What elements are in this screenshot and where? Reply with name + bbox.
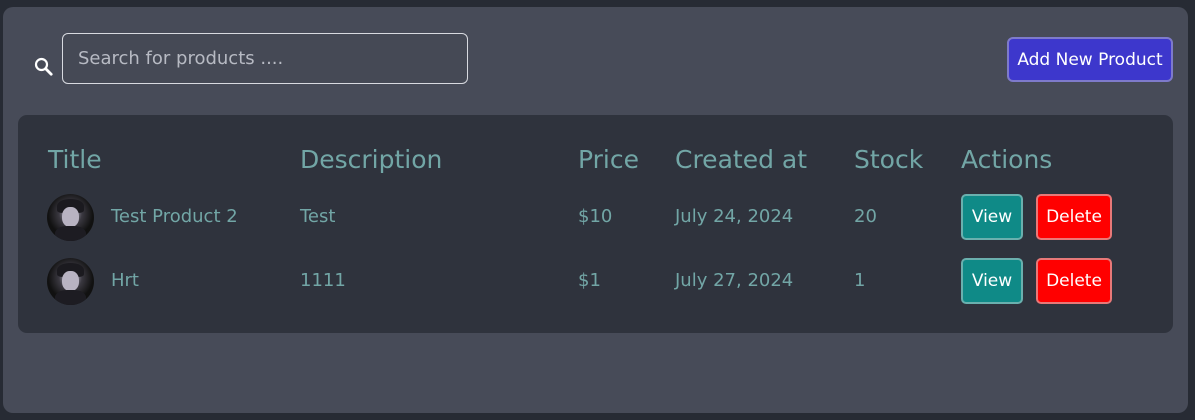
add-new-product-button[interactable]: Add New Product <box>1007 37 1173 82</box>
table-row: Hrt 1111 $1 July 27, 2024 1 View Delete <box>18 258 1173 318</box>
product-created-at: July 27, 2024 <box>675 270 794 291</box>
delete-button[interactable]: Delete <box>1036 194 1112 240</box>
product-avatar <box>47 194 94 241</box>
products-table: Title Description Price Created at Stock… <box>18 115 1173 333</box>
delete-button[interactable]: Delete <box>1036 258 1112 304</box>
view-button[interactable]: View <box>961 194 1023 240</box>
search-input[interactable] <box>62 33 468 84</box>
product-stock: 1 <box>854 270 866 291</box>
product-description: Test <box>300 206 336 227</box>
column-header-price: Price <box>578 145 639 174</box>
table-row: Test Product 2 Test $10 July 24, 2024 20… <box>18 194 1173 254</box>
product-created-at: July 24, 2024 <box>675 206 794 227</box>
search-icon <box>34 57 53 76</box>
column-header-title: Title <box>48 145 102 174</box>
view-button[interactable]: View <box>961 258 1023 304</box>
column-header-actions: Actions <box>961 145 1053 174</box>
product-price: $10 <box>578 206 613 227</box>
product-description: 1111 <box>300 270 346 291</box>
product-title: Hrt <box>111 270 139 291</box>
product-title: Test Product 2 <box>111 206 238 227</box>
column-header-description: Description <box>300 145 443 174</box>
column-header-stock: Stock <box>854 145 924 174</box>
product-avatar <box>47 258 94 305</box>
column-header-created-at: Created at <box>675 145 808 174</box>
products-panel: Add New Product Title Description Price … <box>3 7 1188 413</box>
product-price: $1 <box>578 270 601 291</box>
product-stock: 20 <box>854 206 877 227</box>
